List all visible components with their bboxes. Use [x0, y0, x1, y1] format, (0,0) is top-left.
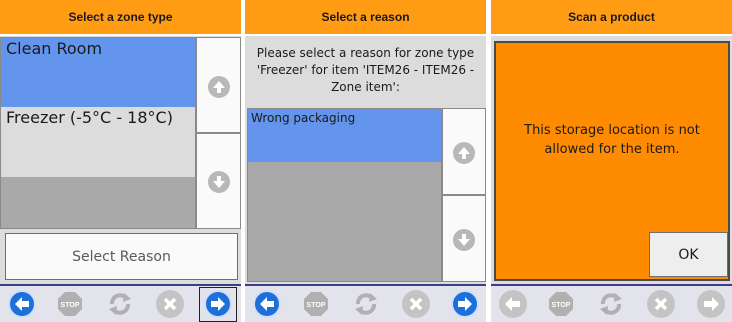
toolbar: STOP [245, 284, 486, 322]
scroll-up-button[interactable] [196, 37, 241, 133]
screen-title: Select a zone type [68, 10, 173, 24]
stop-icon: STOP [302, 290, 330, 318]
refresh-icon [352, 290, 380, 318]
stop-label: STOP [307, 302, 326, 309]
header-bar: Select a zone type [0, 0, 241, 36]
reason-list: Wrong packaging [247, 108, 442, 282]
list-item-label: Freezer (-5°C - 18°C) [6, 108, 173, 127]
forward-arrow-icon[interactable] [204, 290, 232, 318]
reason-screen: Select a reason Please select a reason f… [245, 0, 486, 322]
scroll-down-button[interactable] [442, 195, 486, 282]
stop-label: STOP [61, 302, 80, 309]
cancel-icon [402, 290, 430, 318]
select-reason-label: Select Reason [72, 248, 171, 265]
chevron-up-icon [453, 142, 475, 164]
toolbar: STOP [0, 284, 241, 322]
alert-message: This storage location is not allowed for… [524, 123, 700, 157]
cancel-icon [156, 290, 184, 318]
zone-type-list: Clean Room Freezer (-5°C - 18°C) [0, 37, 196, 229]
back-arrow-icon[interactable] [8, 290, 36, 318]
chevron-down-icon [208, 171, 230, 193]
list-item-label: Clean Room [6, 39, 103, 58]
chevron-down-icon [453, 229, 475, 251]
scroll-down-button[interactable] [196, 133, 241, 229]
forward-arrow-icon [697, 290, 725, 318]
toolbar: STOP [491, 284, 732, 322]
chevron-up-icon [208, 76, 230, 98]
list-item-selected[interactable]: Clean Room [1, 38, 195, 107]
screen-title: Select a reason [321, 10, 410, 24]
back-arrow-icon[interactable] [253, 290, 281, 318]
stop-icon: STOP [56, 290, 84, 318]
stop-icon: STOP [547, 290, 575, 318]
refresh-icon [106, 290, 134, 318]
list-item[interactable]: Freezer (-5°C - 18°C) [1, 107, 195, 177]
zone-type-screen: Select a zone type Clean Room Freezer (-… [0, 0, 241, 322]
back-arrow-icon [499, 290, 527, 318]
list-item-label: Wrong packaging [251, 111, 356, 125]
forward-arrow-icon[interactable] [451, 290, 479, 318]
cancel-icon [647, 290, 675, 318]
stop-label: STOP [552, 302, 571, 309]
ok-label: OK [678, 246, 699, 263]
alert-box: This storage location is not allowed for… [494, 41, 730, 281]
list-item-selected[interactable]: Wrong packaging [248, 109, 441, 162]
screen-title: Scan a product [568, 10, 655, 24]
header-bar: Select a reason [245, 0, 486, 36]
header-bar: Scan a product [491, 0, 732, 36]
ok-button[interactable]: OK [649, 232, 728, 277]
select-reason-button[interactable]: Select Reason [5, 233, 238, 280]
scan-product-screen: Scan a product This storage location is … [491, 0, 732, 322]
refresh-icon [597, 290, 625, 318]
reason-prompt: Please select a reason for zone type 'Fr… [256, 46, 475, 94]
scroll-up-button[interactable] [442, 108, 486, 195]
